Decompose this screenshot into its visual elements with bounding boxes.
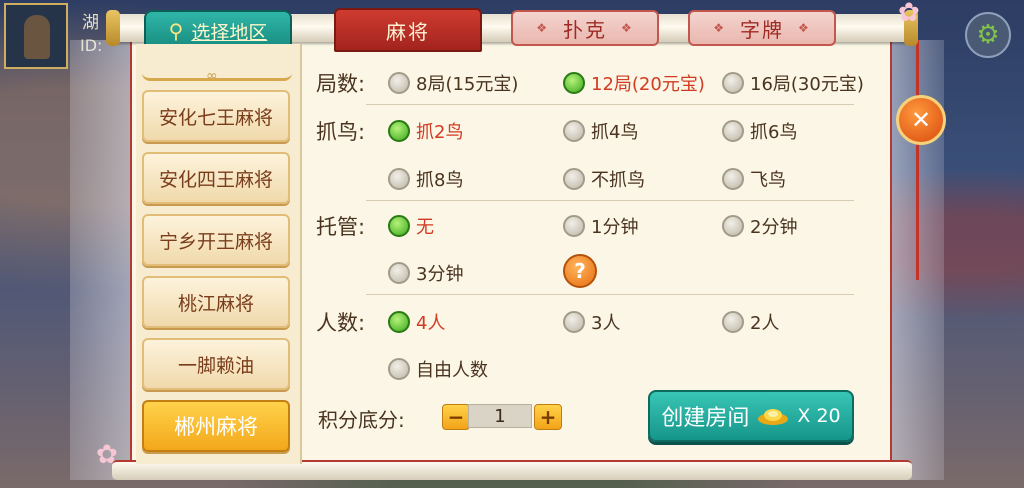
players-option-2[interactable]: 2人 [722,309,779,335]
players-option-3[interactable]: 3人 [563,309,620,335]
tassel-decoration [916,40,919,280]
player-name: 湖 [82,13,99,33]
trustee-option-label: 1分钟 [591,217,639,238]
radio-icon [388,262,410,284]
tab-mahjong[interactable]: 麻将 [334,8,482,52]
rounds-option-label: 8局(15元宝) [416,74,519,95]
radio-checked-icon [388,215,410,237]
birds-option-6[interactable]: 抓6鸟 [722,118,797,144]
birds-option-label: 抓4鸟 [591,122,639,143]
settings-gear-icon[interactable]: ⚙ [965,12,1011,58]
player-avatar[interactable] [4,3,68,69]
tab-mahjong-label: 麻将 [386,19,430,44]
rounds-option-12[interactable]: 12局(20元宝) [563,70,705,96]
list-item-game[interactable]: 桃江麻将 [142,276,290,328]
birds-option-none[interactable]: 不抓鸟 [563,166,645,192]
radio-icon [388,72,410,94]
players-option-free[interactable]: 自由人数 [388,356,488,382]
radio-icon [563,311,585,333]
trustee-option-2min[interactable]: 2分钟 [722,213,797,239]
tab-zipai[interactable]: ❖ 字牌 ❖ [688,10,836,46]
score-minus-button[interactable]: − [442,404,470,430]
list-item-game[interactable]: 宁乡开王麻将 [142,214,290,266]
radio-icon [722,120,744,142]
players-option-label: 自由人数 [416,360,488,381]
radio-icon [722,72,744,94]
rounds-label: 局数: [316,72,366,96]
radio-icon [388,168,410,190]
knot-icon: ∞ [206,68,218,84]
radio-icon [388,358,410,380]
birds-option-4[interactable]: 抓4鸟 [563,118,638,144]
radio-icon [722,168,744,190]
trustee-label: 托管: [316,215,366,239]
section-divider [366,104,854,105]
tab-poker[interactable]: ❖ 扑克 ❖ [511,10,659,46]
trustee-option-label: 2分钟 [750,217,798,238]
list-item-game[interactable]: 安化四王麻将 [142,152,290,204]
list-top-ornament: ∞ [142,58,292,84]
tab-zipai-label: 字牌 [740,17,784,42]
list-item-game-selected[interactable]: 郴州麻将 [142,400,290,452]
score-plus-button[interactable]: + [534,404,562,430]
birds-label: 抓鸟: [316,120,366,144]
map-pin-icon: ⚲ [168,19,184,43]
players-option-4[interactable]: 4人 [388,309,445,335]
trustee-option-none[interactable]: 无 [388,213,434,239]
trustee-option-label: 无 [416,217,434,238]
section-divider [366,200,854,201]
close-icon[interactable]: ✕ [896,95,946,145]
radio-icon [563,168,585,190]
blossom-icon: ✿ [898,0,920,28]
radio-icon [563,120,585,142]
score-label: 积分底分: [318,408,405,432]
tab-ornament-icon: ❖ [536,21,549,35]
radio-icon [722,311,744,333]
birds-option-label: 抓8鸟 [416,170,464,191]
list-item-game[interactable]: 安化七王麻将 [142,90,290,142]
rounds-option-label: 12局(20元宝) [591,74,705,95]
radio-icon [722,215,744,237]
birds-option-label: 不抓鸟 [591,170,645,191]
rounds-option-8[interactable]: 8局(15元宝) [388,70,518,96]
birds-option-label: 抓2鸟 [416,122,464,143]
radio-checked-icon [388,311,410,333]
birds-option-label: 飞鸟 [750,170,786,191]
create-room-cost: X 20 [797,405,841,427]
create-room-label: 创建房间 [661,406,750,431]
trustee-option-label: 3分钟 [416,264,464,285]
score-value-field[interactable]: 1 [468,404,532,428]
trustee-option-1min[interactable]: 1分钟 [563,213,638,239]
section-divider [366,294,854,295]
list-item-game[interactable]: 一脚赖油 [142,338,290,390]
rounds-option-16[interactable]: 16局(30元宝) [722,70,864,96]
tab-ornament-icon: ❖ [798,21,811,35]
select-region-label: 选择地区 [191,21,268,44]
game-list[interactable]: ∞ 安化七王麻将 安化四王麻将 宁乡开王麻将 桃江麻将 一脚赖油 郴州麻将 [136,44,302,464]
players-option-label: 3人 [591,313,621,334]
create-room-button[interactable]: 创建房间 X 20 [648,390,854,442]
birds-option-2[interactable]: 抓2鸟 [388,118,463,144]
help-question-icon[interactable]: ? [563,254,597,288]
players-label: 人数: [316,311,366,335]
birds-option-fly[interactable]: 飞鸟 [722,166,786,192]
gold-ingot-icon [758,409,789,425]
radio-checked-icon [563,72,585,94]
trustee-option-3min[interactable]: 3分钟 [388,260,463,286]
blossom-icon: ✿ [96,440,118,470]
tab-poker-label: 扑克 [563,17,607,42]
birds-option-8[interactable]: 抓8鸟 [388,166,463,192]
tab-ornament-icon: ❖ [621,21,634,35]
players-option-label: 4人 [416,313,446,334]
players-option-label: 2人 [750,313,780,334]
birds-option-label: 抓6鸟 [750,122,798,143]
radio-icon [563,215,585,237]
left-veil-decoration [70,40,132,480]
rounds-option-label: 16局(30元宝) [750,74,864,95]
tab-ornament-icon: ❖ [713,21,726,35]
radio-checked-icon [388,120,410,142]
